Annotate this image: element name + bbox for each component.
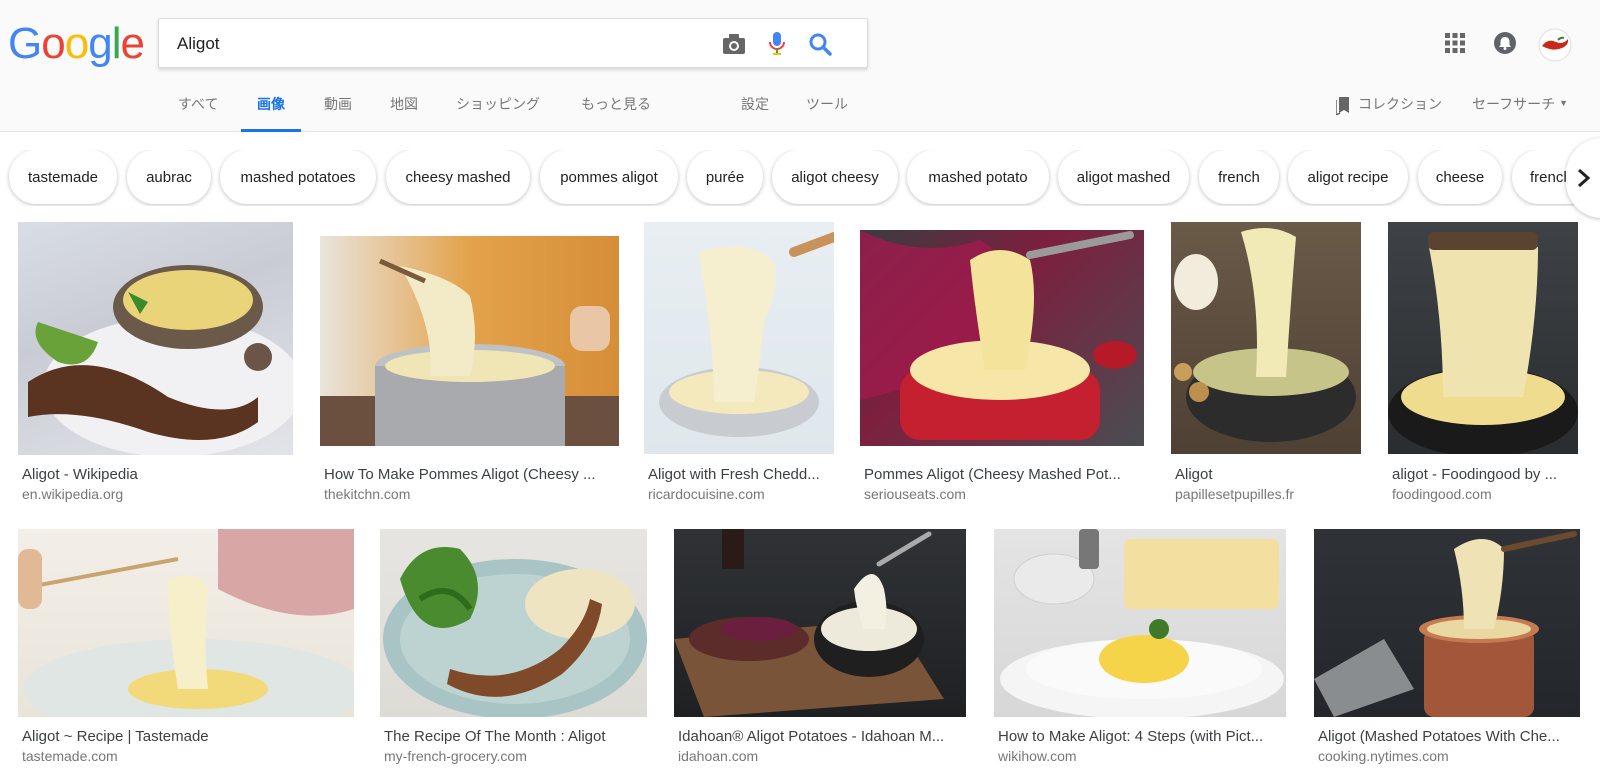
result-thumbnail[interactable] [860,230,1144,446]
chevron-down-icon: ▼ [1559,98,1569,108]
result-thumbnail[interactable] [1171,222,1361,454]
chip[interactable]: tastemade [9,150,117,204]
result-title[interactable]: The Recipe Of The Month : Aligot [384,728,644,745]
logo-letter: o [41,19,66,68]
collections-link[interactable]: コレクション [1335,92,1442,132]
collections-label: コレクション [1358,96,1442,112]
image-result[interactable]: Aligot - Wikipedia en.wikipedia.org [18,222,294,502]
camera-icon[interactable] [721,31,747,57]
image-result[interactable]: Aligot ~ Recipe | Tastemade tastemade.co… [18,529,358,769]
image-result[interactable]: Aligot with Fresh Chedd... ricardocuisin… [644,222,836,502]
result-site: my-french-grocery.com [384,748,527,764]
result-title[interactable]: Aligot (Mashed Potatoes With Che... [1318,728,1580,745]
chip[interactable]: purée [687,150,763,204]
chevron-right-icon [1578,168,1591,188]
image-result[interactable]: aligot - Foodingood by ... foodingood.co… [1388,222,1580,502]
result-site: tastemade.com [22,748,118,764]
image-result[interactable]: Aligot papillesetpupilles.fr [1171,222,1363,502]
result-thumbnail[interactable] [18,529,354,717]
result-title[interactable]: Aligot with Fresh Chedd... [648,466,830,483]
chip[interactable]: french [1199,150,1279,204]
result-thumbnail[interactable] [1314,529,1580,717]
safesearch-dropdown[interactable]: セーフサーチ ▼ [1472,92,1568,132]
chip[interactable]: mashed potato [907,150,1049,204]
result-site: idahoan.com [678,748,759,764]
avatar[interactable] [1538,28,1572,62]
result-thumbnail[interactable] [18,222,293,455]
logo-letter: G [8,19,42,68]
result-thumbnail[interactable] [320,236,619,446]
result-title[interactable]: How To Make Pommes Aligot (Cheesy ... [324,466,614,483]
top-bar: Google すべて 画像 動画 地図 ショッピング もっと見る 設定 ツール [0,0,1600,132]
result-title[interactable]: Idahoan® Aligot Potatoes - Idahoan M... [678,728,964,745]
result-thumbnail[interactable] [674,529,966,717]
tab-settings[interactable]: 設定 [741,92,769,132]
search-input[interactable] [177,31,697,57]
result-site: foodingood.com [1392,486,1492,502]
chip[interactable]: aligot mashed [1058,150,1189,204]
logo-letter: e [120,19,145,68]
apps-grid-icon[interactable] [1442,30,1468,56]
logo-letter: g [88,19,113,68]
result-thumbnail[interactable] [994,529,1286,717]
search-icon[interactable] [807,31,833,57]
tab-all[interactable]: すべて [178,92,218,132]
google-logo[interactable]: Google [8,19,145,68]
bell-icon[interactable] [1492,30,1518,56]
related-search-chips: tastemade aubrac mashed potatoes cheesy … [0,150,1600,206]
tab-more[interactable]: もっと見る [581,92,651,132]
search-tabs: すべて 画像 動画 地図 ショッピング もっと見る 設定 ツール コレクション … [0,92,1600,132]
chip[interactable]: aubrac [127,150,211,204]
result-site: en.wikipedia.org [22,486,124,502]
tab-videos[interactable]: 動画 [324,92,352,132]
result-title[interactable]: aligot - Foodingood by ... [1392,466,1574,483]
chip[interactable]: mashed potatoes [220,150,376,204]
chip[interactable]: cheese [1418,150,1502,204]
search-box [158,18,868,68]
chip[interactable]: aligot recipe [1288,150,1408,204]
result-site: seriouseats.com [864,486,966,502]
chip[interactable]: aligot cheesy [772,150,898,204]
result-thumbnail[interactable] [1388,222,1578,454]
logo-letter: o [64,19,90,68]
result-site: wikihow.com [998,748,1077,764]
bookmark-icon [1335,97,1350,122]
tab-images[interactable]: 画像 [241,92,301,132]
result-site: ricardocuisine.com [648,486,765,502]
image-result[interactable]: Idahoan® Aligot Potatoes - Idahoan M... … [674,529,968,769]
image-result[interactable]: Aligot (Mashed Potatoes With Che... cook… [1314,529,1584,769]
safesearch-label: セーフサーチ [1472,96,1556,112]
result-thumbnail[interactable] [380,529,647,717]
chip[interactable]: pommes aligot [540,150,678,204]
result-title[interactable]: Aligot ~ Recipe | Tastemade [22,728,352,745]
result-title[interactable]: Aligot [1175,466,1357,483]
image-result[interactable]: The Recipe Of The Month : Aligot my-fren… [380,529,650,769]
image-result[interactable]: How To Make Pommes Aligot (Cheesy ... th… [320,222,620,502]
result-title[interactable]: How to Make Aligot: 4 Steps (with Pict..… [998,728,1284,745]
image-result[interactable]: How to Make Aligot: 4 Steps (with Pict..… [994,529,1288,769]
result-site: papillesetpupilles.fr [1175,486,1295,502]
result-title[interactable]: Pommes Aligot (Cheesy Mashed Pot... [864,466,1140,483]
tab-maps[interactable]: 地図 [390,92,418,132]
tab-shopping[interactable]: ショッピング [456,92,540,132]
result-site: cooking.nytimes.com [1318,748,1449,764]
result-thumbnail[interactable] [644,222,834,454]
image-result[interactable]: Pommes Aligot (Cheesy Mashed Pot... seri… [860,222,1145,502]
chip[interactable]: cheesy mashed [386,150,530,204]
result-site: thekitchn.com [324,486,411,502]
result-title[interactable]: Aligot - Wikipedia [22,466,292,483]
mic-icon[interactable] [764,31,790,57]
tab-tools[interactable]: ツール [806,92,848,132]
